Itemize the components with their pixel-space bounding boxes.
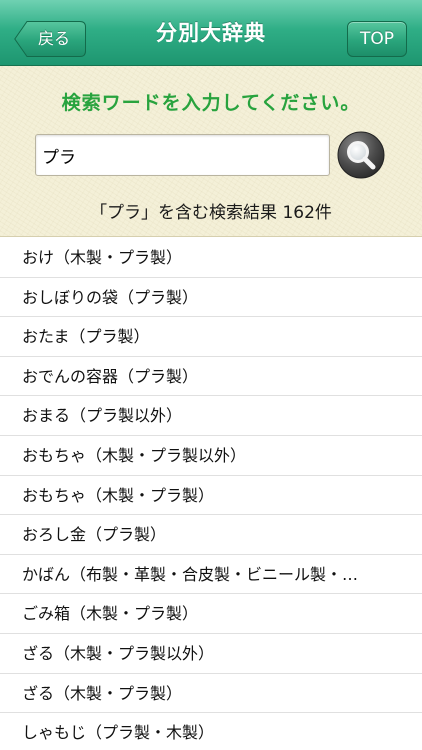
result-item[interactable]: おまる（プラ製以外） [0,396,422,436]
result-item[interactable]: おもちゃ（木製・プラ製以外） [0,436,422,476]
result-list: おけ（木製・プラ製） おしぼりの袋（プラ製） おたま（プラ製） おでんの容器（プラ製）… [0,238,422,750]
result-item[interactable]: おろし金（プラ製） [0,515,422,555]
result-item[interactable]: かばん（布製・革製・合皮製・ビニール製・… [0,555,422,595]
search-button[interactable] [337,131,385,179]
result-item[interactable]: おたま（プラ製） [0,317,422,357]
result-item[interactable]: おけ（木製・プラ製） [0,238,422,278]
navigation-bar: 分別大辞典 戻る TOP [0,0,422,66]
result-item[interactable]: ざる（木製・プラ製以外） [0,634,422,674]
result-item[interactable]: おもちゃ（木製・プラ製） [0,476,422,516]
search-panel: 検索ワードを入力してください。 「プラ」を含む検索結果 162件 [0,66,422,237]
result-count: 「プラ」を含む検索結果 162件 [90,203,332,223]
magnifier-icon [337,131,385,179]
top-button[interactable]: TOP [347,21,407,57]
search-input[interactable] [35,134,330,176]
back-button[interactable]: 戻る [14,21,86,57]
result-item[interactable]: しゃもじ（プラ製・木製） [0,713,422,750]
result-item[interactable]: ごみ箱（木製・プラ製） [0,594,422,634]
back-button-label: 戻る [38,29,71,48]
result-item[interactable]: ざる（木製・プラ製） [0,674,422,714]
search-prompt: 検索ワードを入力してください。 [61,92,361,114]
result-item[interactable]: おしぼりの袋（プラ製） [0,278,422,318]
result-item[interactable]: おでんの容器（プラ製） [0,357,422,397]
